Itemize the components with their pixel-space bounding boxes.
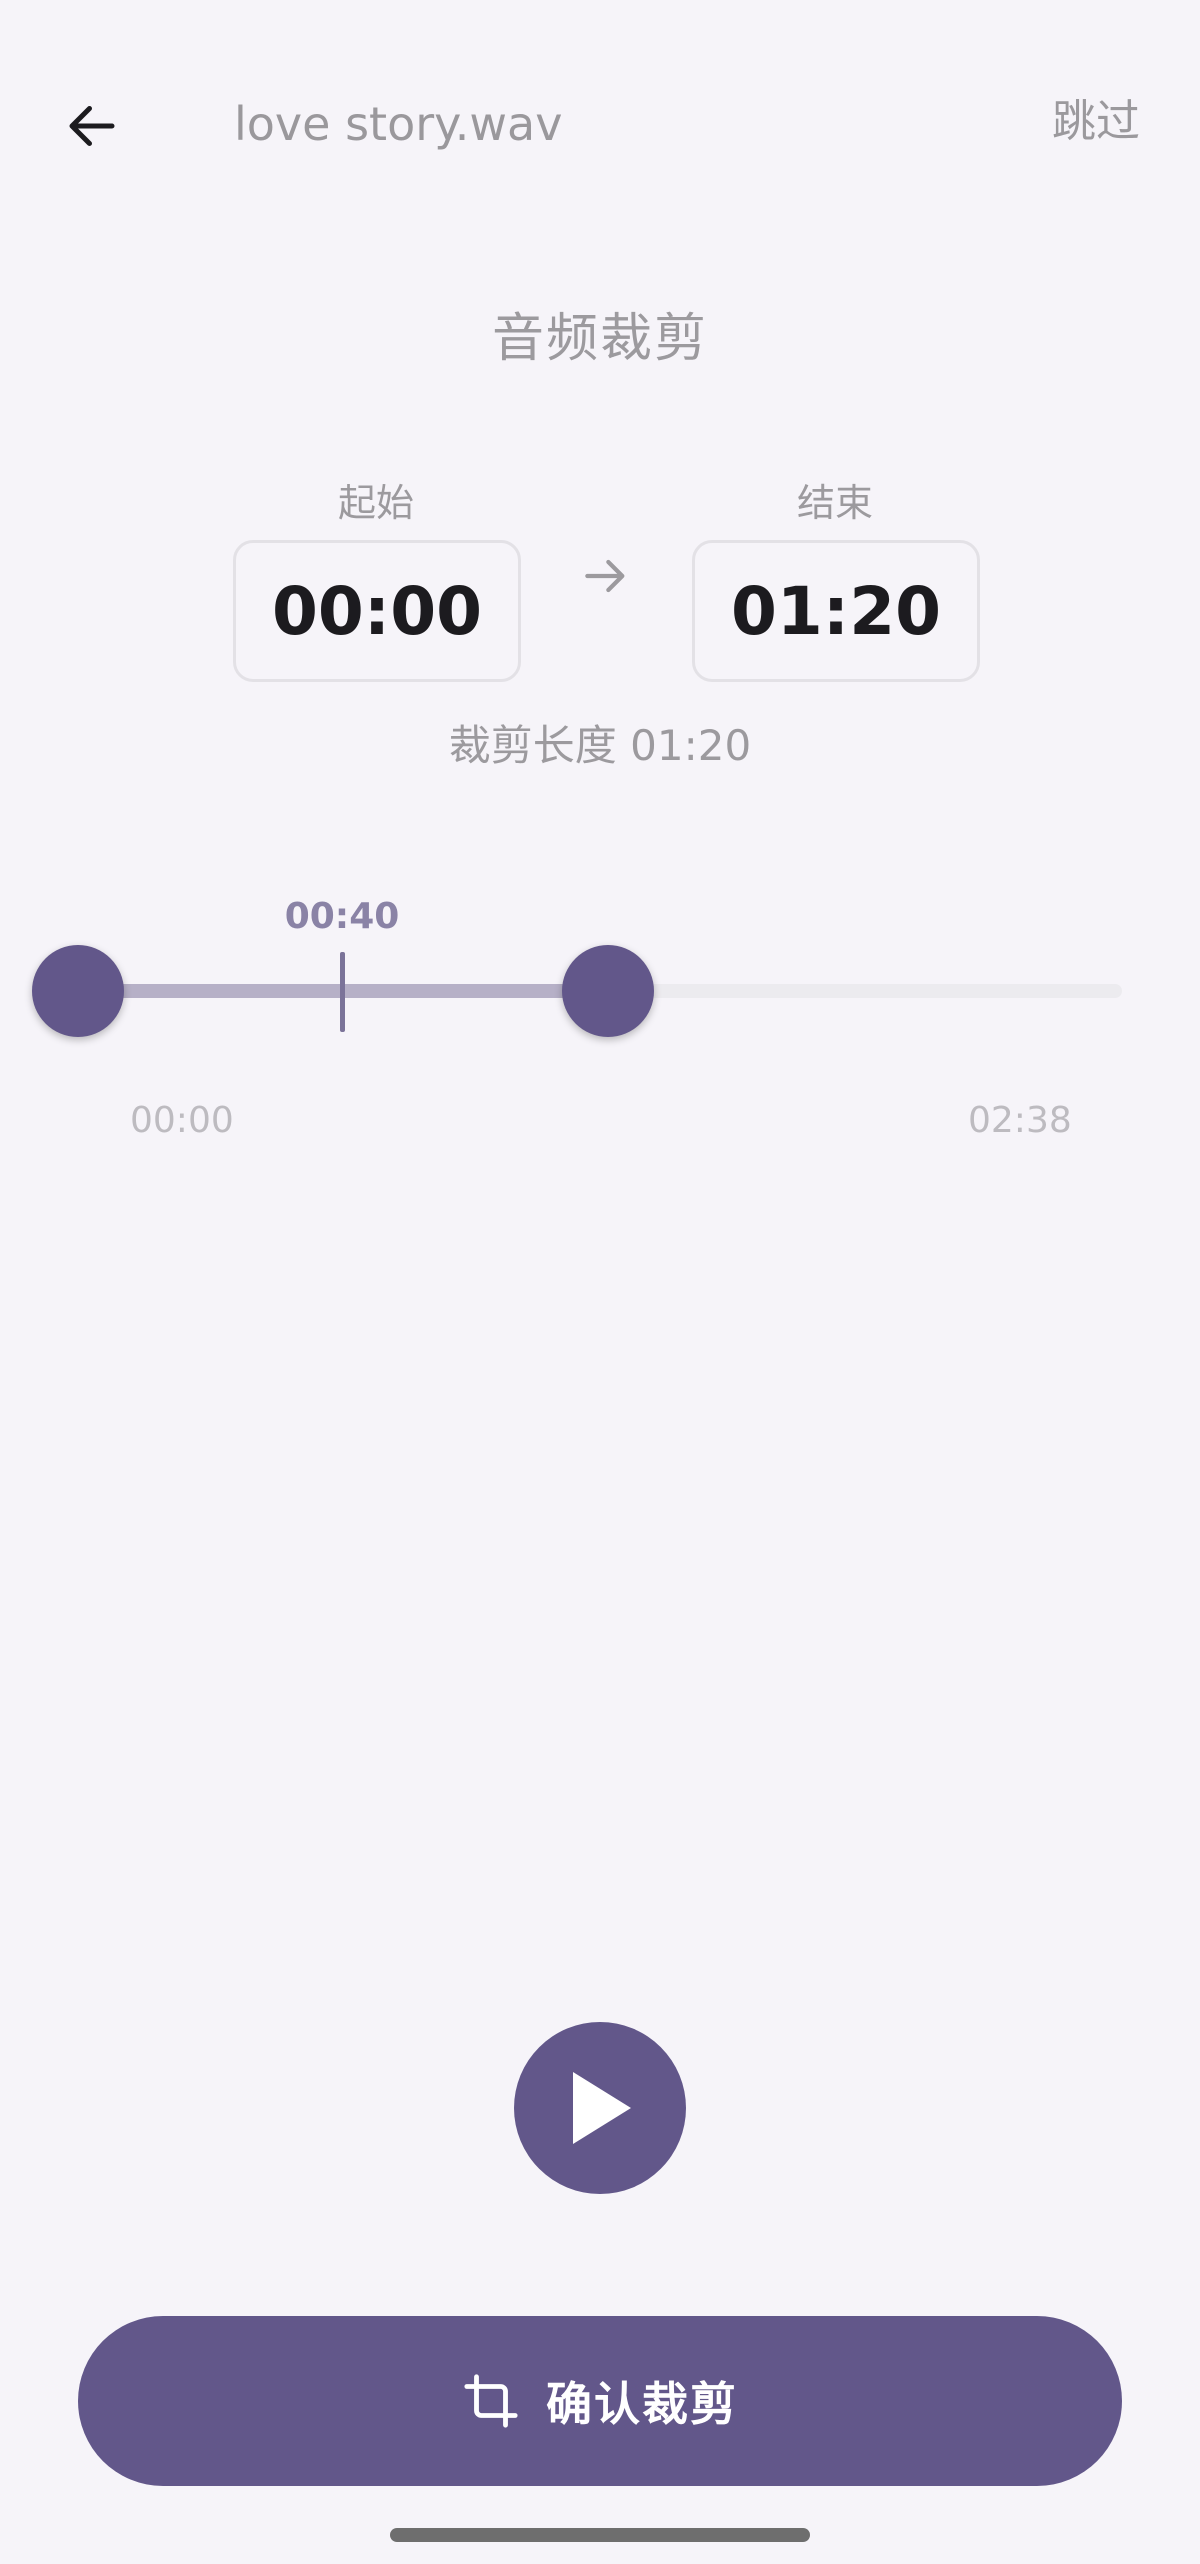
start-label: 起始 [337,481,414,525]
skip-button[interactable]: 跳过 [1052,90,1140,154]
playhead-time-label: 00:40 [284,896,400,937]
start-handle[interactable] [32,945,124,1037]
range-max-label: 02:38 [968,1100,1072,1141]
play-icon [573,2072,631,2144]
arrow-left-icon [69,106,115,146]
page-title: 音频裁剪 [491,309,708,369]
playhead-marker[interactable] [340,952,345,1032]
crop-icon [464,2374,518,2428]
confirm-trim-button[interactable]: 确认裁剪 [78,2316,1122,2486]
start-time-field[interactable]: 00:00 [233,540,521,682]
end-handle[interactable] [562,945,654,1037]
home-indicator[interactable] [390,2528,810,2542]
arrow-right-icon [585,559,625,593]
end-label: 结束 [796,481,873,525]
range-min-label: 00:00 [130,1100,234,1141]
play-button[interactable] [514,2022,686,2194]
trim-length-text: 裁剪长度 01:20 [448,721,752,770]
file-name-title: love story.wav [234,97,563,151]
back-button[interactable] [44,78,140,174]
confirm-trim-label: 确认裁剪 [546,2377,738,2431]
end-time-field[interactable]: 01:20 [692,540,980,682]
